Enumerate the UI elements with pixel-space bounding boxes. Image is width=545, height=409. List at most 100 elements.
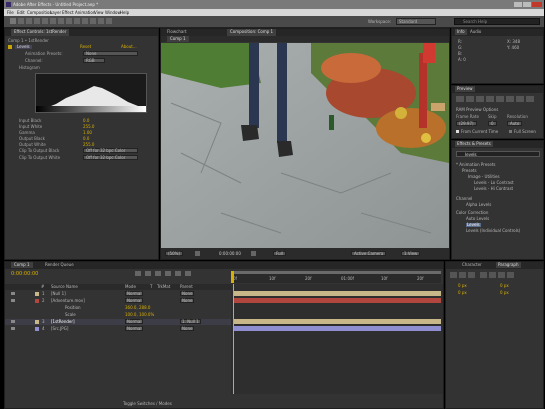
current-time-indicator[interactable]	[231, 271, 234, 283]
effect-item[interactable]: Channel	[456, 197, 472, 201]
column-header[interactable]: Source Name	[51, 285, 78, 289]
space-before-field[interactable]: 0 px	[500, 284, 509, 288]
puppet-tool-icon[interactable]	[106, 18, 112, 24]
layer-parent-dropdown[interactable]: None	[180, 298, 195, 303]
menu-animation[interactable]: Animation	[75, 11, 95, 15]
layer-duration-bar[interactable]	[233, 298, 441, 303]
frame-rate-dropdown[interactable]: (29.97)	[456, 121, 477, 126]
toggle-switches-modes-button[interactable]: Toggle Switches / Modes	[123, 402, 172, 406]
tab-info[interactable]: Info	[455, 29, 467, 35]
visibility-icon[interactable]	[11, 292, 15, 295]
layer-name[interactable]: [Null 1]	[51, 292, 66, 296]
visibility-icon[interactable]	[11, 320, 15, 323]
frame-blend-icon[interactable]	[165, 271, 171, 276]
layer-duration-bar[interactable]	[233, 319, 441, 324]
effect-reset-link[interactable]: Reset	[80, 45, 91, 49]
maximize-button[interactable]	[523, 2, 531, 7]
justify-right-icon[interactable]	[498, 272, 505, 278]
visibility-icon[interactable]	[11, 299, 15, 302]
pan-behind-tool-icon[interactable]	[50, 18, 56, 24]
align-right-icon[interactable]	[468, 272, 475, 278]
tab-character[interactable]: Character	[462, 263, 482, 267]
brush-tool-icon[interactable]	[82, 18, 88, 24]
snapshot-icon[interactable]	[251, 251, 256, 256]
align-center-icon[interactable]	[459, 272, 466, 278]
layer-row-selected[interactable]: 3 [1stRender] Normal 1. Null 1	[5, 319, 231, 325]
property-name[interactable]: Position	[65, 306, 81, 310]
animation-presets-dropdown[interactable]: None	[83, 51, 138, 56]
layer-name[interactable]: [1stRender]	[51, 320, 75, 324]
audio-icon[interactable]	[506, 96, 514, 102]
first-frame-icon[interactable]	[456, 96, 464, 102]
indent-left-field[interactable]: 0 px	[458, 284, 467, 288]
channel-dropdown[interactable]: RGB	[83, 58, 105, 63]
layer-property-row[interactable]: Position 360.0, 288.0	[5, 305, 231, 311]
effect-item[interactable]: Levels - Hi Contrast	[474, 187, 513, 191]
label-color-swatch[interactable]	[35, 299, 39, 303]
tab-preview[interactable]: Preview	[455, 86, 475, 92]
justify-all-icon[interactable]	[507, 272, 514, 278]
param-value[interactable]: 255.0	[83, 125, 94, 129]
viewer-timecode[interactable]: 0:00:00:00	[219, 252, 241, 256]
graph-editor-icon[interactable]	[185, 271, 191, 276]
menu-edit[interactable]: Edit	[17, 11, 25, 15]
layer-row[interactable]: 1 [Null 1] Normal None	[5, 291, 231, 297]
camera-dropdown[interactable]: Active Camera	[351, 251, 387, 256]
effect-item-selected[interactable]: Levels	[466, 223, 481, 227]
zoom-tool-icon[interactable]	[26, 18, 32, 24]
hand-tool-icon[interactable]	[18, 18, 24, 24]
eraser-tool-icon[interactable]	[98, 18, 104, 24]
layer-mode-dropdown[interactable]: Normal	[125, 291, 144, 296]
rotate-tool-icon[interactable]	[34, 18, 40, 24]
param-value[interactable]: 255.0	[83, 143, 94, 147]
zoom-dropdown[interactable]: (50%)	[165, 251, 184, 256]
menu-layer[interactable]: Layer	[50, 11, 61, 15]
param-row-clip-black[interactable]: Clip To Output Black Off for 32 bpc Colo…	[5, 148, 158, 154]
layer-mode-dropdown[interactable]: Normal	[125, 298, 144, 303]
effect-item[interactable]: Levels - Lo Contrast	[474, 181, 514, 185]
layer-parent-dropdown[interactable]: 1. Null 1	[180, 319, 201, 324]
layer-mode-dropdown[interactable]: Normal	[125, 326, 144, 331]
justify-left-icon[interactable]	[480, 272, 487, 278]
justify-center-icon[interactable]	[489, 272, 496, 278]
visibility-icon[interactable]	[11, 327, 15, 330]
property-name[interactable]: Scale	[65, 313, 76, 317]
effect-item[interactable]: Auto Levels	[466, 217, 489, 221]
layer-row[interactable]: 2 [Adventure.mov] Normal None	[5, 298, 231, 304]
loop-icon[interactable]	[516, 96, 524, 102]
indent-right-field[interactable]: 0 px	[458, 291, 467, 295]
motion-blur-icon[interactable]	[175, 271, 181, 276]
camera-tool-icon[interactable]	[42, 18, 48, 24]
layer-mode-dropdown[interactable]: Normal	[125, 319, 144, 324]
view-layout-dropdown[interactable]: 1 View	[401, 251, 421, 256]
label-color-swatch[interactable]	[35, 327, 39, 331]
tab-composition[interactable]: Composition: Comp 1	[227, 29, 277, 36]
effect-item[interactable]: Presets	[462, 169, 477, 173]
skip-dropdown[interactable]: 0	[488, 121, 497, 126]
play-icon[interactable]	[476, 96, 484, 102]
menu-view[interactable]: View	[94, 11, 104, 15]
time-ruler[interactable]: 0f 10f 20f 01:00f 10f 20f	[231, 271, 441, 283]
param-value[interactable]: 0.0	[83, 119, 89, 123]
space-after-field[interactable]: 0 px	[500, 291, 509, 295]
param-dropdown[interactable]: Off for 32 bpc Color	[83, 148, 138, 153]
tab-render-queue[interactable]: Render Queue	[45, 263, 74, 267]
property-value[interactable]: 100.0, 100.0%	[125, 313, 154, 317]
tab-project[interactable]: Flowchart	[167, 30, 187, 34]
prev-frame-icon[interactable]	[466, 96, 474, 102]
tab-comp-1[interactable]: Comp 1	[167, 36, 189, 42]
param-row-clip-white[interactable]: Clip To Output White Off for 32 bpc Colo…	[5, 155, 158, 161]
effect-item[interactable]: Image - Utilities	[468, 175, 500, 179]
composition-viewer-image[interactable]	[161, 43, 449, 248]
effect-about-link[interactable]: About...	[121, 45, 137, 49]
mask-tool-icon[interactable]	[58, 18, 64, 24]
next-frame-icon[interactable]	[486, 96, 494, 102]
effects-search-input[interactable]: levels	[456, 151, 540, 157]
shy-icon[interactable]	[155, 271, 161, 276]
layer-parent-dropdown[interactable]: None	[180, 326, 195, 331]
tab-audio[interactable]: Audio	[470, 30, 481, 34]
layer-name[interactable]: [Src.JPG]	[51, 327, 68, 331]
menu-effect[interactable]: Effect	[62, 11, 74, 15]
layer-duration-bar[interactable]	[233, 291, 441, 296]
menu-help[interactable]: Help	[120, 11, 129, 15]
